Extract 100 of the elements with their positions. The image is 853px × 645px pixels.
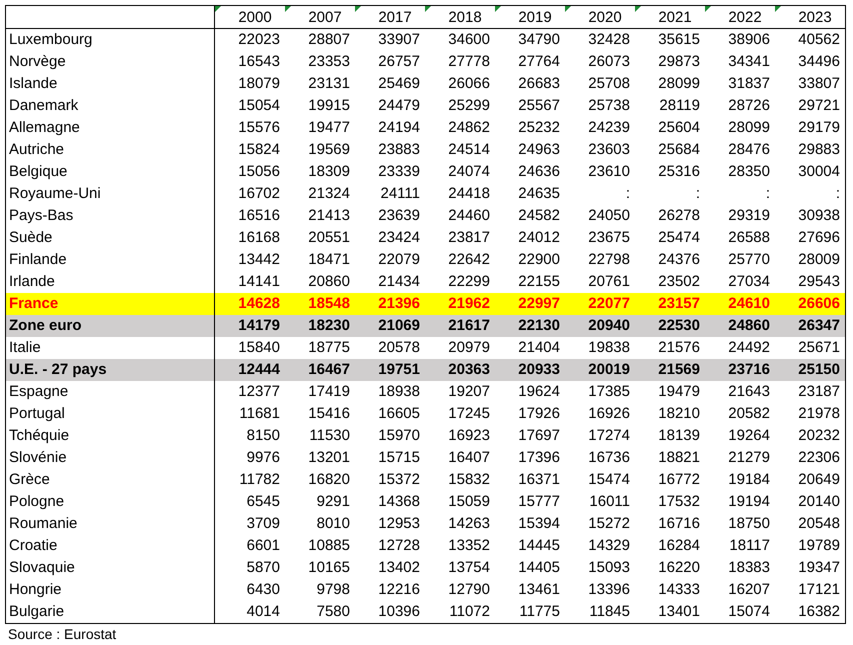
table-cell-text: 16543 xyxy=(237,52,281,72)
table-cell-text: 17396 xyxy=(517,448,561,468)
table-cell-text: 24636 xyxy=(517,162,561,182)
table-cell-text: 19347 xyxy=(797,558,841,578)
table-cell-text: 15832 xyxy=(447,470,491,490)
row-header: U.E. - 27 pays xyxy=(9,361,107,378)
table-cell: 26606 xyxy=(798,295,840,312)
table-cell-text: 19569 xyxy=(307,140,351,160)
table-cell-text: 14141 xyxy=(237,272,281,292)
table-cell-text: 28726 xyxy=(727,96,771,116)
table-cell-text: 11782 xyxy=(238,470,281,490)
table-cell-text: 19915 xyxy=(307,96,351,116)
table-cell-text: 15056 xyxy=(237,162,281,182)
table-cell-text: 12377 xyxy=(237,382,281,402)
table-cell-text: 25671 xyxy=(797,338,841,358)
table-cell-text: 17697 xyxy=(517,426,561,446)
table-cell-text: 19624 xyxy=(517,382,561,402)
row-header: Autriche xyxy=(6,139,215,161)
row-header: Islande xyxy=(6,73,215,95)
table-cell-text: 13401 xyxy=(657,602,701,622)
table-cell-text: 27034 xyxy=(727,272,771,292)
table-cell-text: 23424 xyxy=(377,228,421,248)
table-cell-text: 19477 xyxy=(307,118,351,138)
table-cell-text: 10885 xyxy=(307,536,351,556)
row-header: Bulgarie xyxy=(6,601,215,623)
table-cell-text: 9976 xyxy=(246,448,281,468)
row-header: Slovénie xyxy=(6,447,215,469)
table-cell: 26347 xyxy=(798,317,840,334)
table-cell-text: 25567 xyxy=(517,96,561,116)
table-cell-text: 16220 xyxy=(657,558,701,578)
table-cell-text: 20582 xyxy=(727,404,771,424)
table-cell-text: 18117 xyxy=(728,536,771,556)
table-cell-text: 25770 xyxy=(727,250,771,270)
table-cell-text: 19479 xyxy=(657,382,701,402)
table-cell-text: 25474 xyxy=(657,228,701,248)
table-cell: 21617 xyxy=(448,317,490,334)
table-cell-text: 19789 xyxy=(797,536,841,556)
table-cell-text: 18139 xyxy=(657,426,701,446)
table-cell-text: 12953 xyxy=(377,514,421,534)
table-cell-text: 19264 xyxy=(727,426,771,446)
table-cell-text: 23610 xyxy=(587,162,631,182)
table-cell-text: 12216 xyxy=(377,580,421,600)
table-cell-text: 20548 xyxy=(797,514,841,534)
table-cell-text: 24239 xyxy=(587,118,631,138)
table-cell: 21069 xyxy=(378,317,420,334)
table-cell: 20940 xyxy=(588,317,630,334)
table-cell-text: 15416 xyxy=(307,404,351,424)
table-cell-text: 3709 xyxy=(246,514,281,534)
table-cell-text: 24012 xyxy=(517,228,561,248)
table-cell-text: 21643 xyxy=(727,382,771,402)
table-cell-text: 19184 xyxy=(727,470,771,490)
table-cell-text: 14405 xyxy=(517,558,561,578)
table-cell-text: 24111 xyxy=(380,184,421,204)
table-cell-text: 24492 xyxy=(727,338,771,358)
table-cell-text: 8150 xyxy=(246,426,281,446)
column-header: 2021 xyxy=(658,9,692,26)
table-cell-text: 22798 xyxy=(587,250,631,270)
table-cell-text: 22299 xyxy=(447,272,491,292)
table-cell-text: 19838 xyxy=(587,338,631,358)
table-cell-text: 15970 xyxy=(377,426,421,446)
table-cell-text: 22642 xyxy=(447,250,491,270)
table-cell-text: 23131 xyxy=(307,74,351,94)
table-cell-text: 18309 xyxy=(307,162,351,182)
table-cell-text: 23675 xyxy=(587,228,631,248)
table-cell-text: 20860 xyxy=(307,272,351,292)
row-header: Pays-Bas xyxy=(6,205,215,227)
column-header: 2019 xyxy=(518,9,552,26)
table-cell-text: 29721 xyxy=(797,96,841,116)
table-cell-text: 25299 xyxy=(447,96,491,116)
table-cell-text: 15054 xyxy=(237,96,281,116)
table-cell-text: 15777 xyxy=(517,492,561,512)
table-cell-text: 26066 xyxy=(447,74,491,94)
table-cell: 16467 xyxy=(308,361,350,378)
row-header: Hongrie xyxy=(6,579,215,601)
table-cell-text: 29543 xyxy=(797,272,841,292)
column-header: 2018 xyxy=(448,9,482,26)
table-cell-text: 21434 xyxy=(377,272,421,292)
table-cell-text: 16407 xyxy=(447,448,491,468)
row-header: Slovaquie xyxy=(6,557,215,579)
table-cell-text: 27696 xyxy=(797,228,841,248)
column-header: 2017 xyxy=(378,9,412,26)
table-cell-text: 28350 xyxy=(727,162,771,182)
table-cell-text: 30004 xyxy=(797,162,841,182)
table-cell-text: 7580 xyxy=(316,602,351,622)
table-cell-text: 15372 xyxy=(377,470,421,490)
table-cell-text: 17419 xyxy=(307,382,351,402)
table-cell-text: 15474 xyxy=(587,470,631,490)
table-cell-text: 24194 xyxy=(377,118,421,138)
table-cell-text: 20578 xyxy=(377,338,421,358)
table-cell-text: 29319 xyxy=(727,206,771,226)
table-cell-text: 11775 xyxy=(518,602,561,622)
row-header: Norvège xyxy=(6,51,215,73)
table-cell-text: 12728 xyxy=(377,536,421,556)
table-cell-text: 15840 xyxy=(237,338,281,358)
table-cell-text: 13201 xyxy=(307,448,351,468)
table-cell-text: 9291 xyxy=(316,492,351,512)
table-cell-text: 29179 xyxy=(797,118,841,138)
table-cell-text: 24460 xyxy=(447,206,491,226)
table-cell-text: 16772 xyxy=(657,470,701,490)
table-cell-text: 6430 xyxy=(246,580,281,600)
